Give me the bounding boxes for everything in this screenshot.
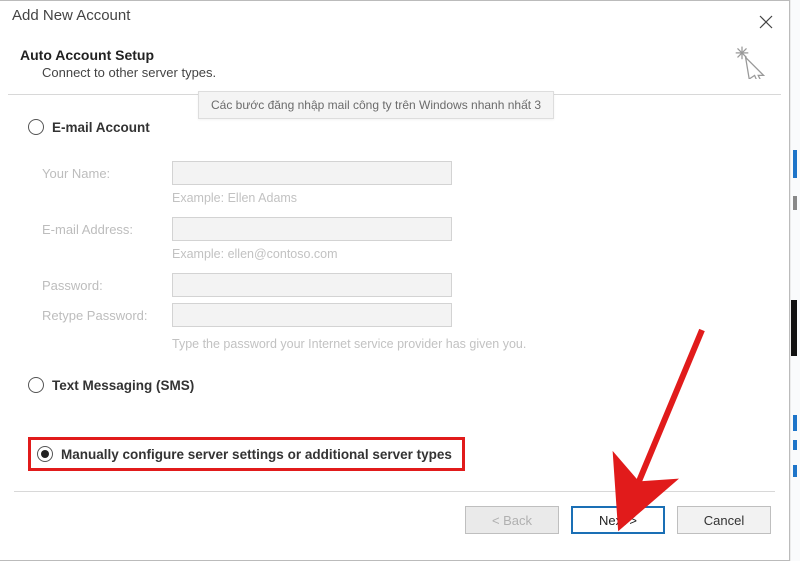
your-name-label: Your Name: [42, 166, 172, 181]
row-password: Password: [42, 273, 769, 297]
radio-email-label: E-mail Account [52, 120, 150, 135]
row-retype-password: Retype Password: [42, 303, 769, 327]
row-your-name: Your Name: [42, 161, 769, 185]
hover-tooltip: Các bước đăng nhập mail công ty trên Win… [198, 91, 554, 119]
cancel-button[interactable]: Cancel [677, 506, 771, 534]
next-label: Next > [599, 513, 637, 528]
highlight-box: Manually configure server settings or ad… [28, 437, 465, 471]
cancel-label: Cancel [704, 513, 744, 528]
header-title: Auto Account Setup [20, 47, 769, 63]
radio-sms-label: Text Messaging (SMS) [52, 378, 194, 393]
your-name-input [172, 161, 452, 185]
email-label: E-mail Address: [42, 222, 172, 237]
email-input [172, 217, 452, 241]
window-title: Add New Account [12, 7, 130, 24]
email-example: Example: ellen@contoso.com [172, 247, 769, 261]
back-button: < Back [465, 506, 559, 534]
dialog-header: Auto Account Setup Connect to other serv… [0, 37, 789, 94]
radio-icon [28, 377, 44, 393]
back-label: < Back [492, 513, 532, 528]
close-button[interactable] [743, 7, 789, 37]
wizard-icon [733, 43, 769, 79]
close-icon [759, 15, 773, 29]
row-email: E-mail Address: [42, 217, 769, 241]
dialog-footer: < Back Next > Cancel [0, 492, 789, 548]
tooltip-text: Các bước đăng nhập mail công ty trên Win… [211, 98, 541, 112]
radio-icon [37, 446, 53, 462]
radio-manual-config[interactable]: Manually configure server settings or ad… [37, 446, 452, 462]
titlebar: Add New Account [0, 1, 789, 37]
radio-icon [28, 119, 44, 135]
background-strip [790, 0, 800, 561]
radio-text-messaging[interactable]: Text Messaging (SMS) [28, 377, 769, 393]
email-form-block: Your Name: Example: Ellen Adams E-mail A… [42, 161, 769, 351]
next-button[interactable]: Next > [571, 506, 665, 534]
radio-email-account[interactable]: E-mail Account [28, 119, 769, 135]
dialog-content: E-mail Account Your Name: Example: Ellen… [0, 95, 789, 485]
retype-password-label: Retype Password: [42, 308, 172, 323]
add-account-dialog: Add New Account Auto Account Setup Conne… [0, 0, 790, 561]
radio-manual-label: Manually configure server settings or ad… [61, 447, 452, 462]
header-subtitle: Connect to other server types. [20, 65, 769, 80]
retype-password-input [172, 303, 452, 327]
password-label: Password: [42, 278, 172, 293]
password-hint: Type the password your Internet service … [172, 337, 769, 351]
password-input [172, 273, 452, 297]
your-name-example: Example: Ellen Adams [172, 191, 769, 205]
